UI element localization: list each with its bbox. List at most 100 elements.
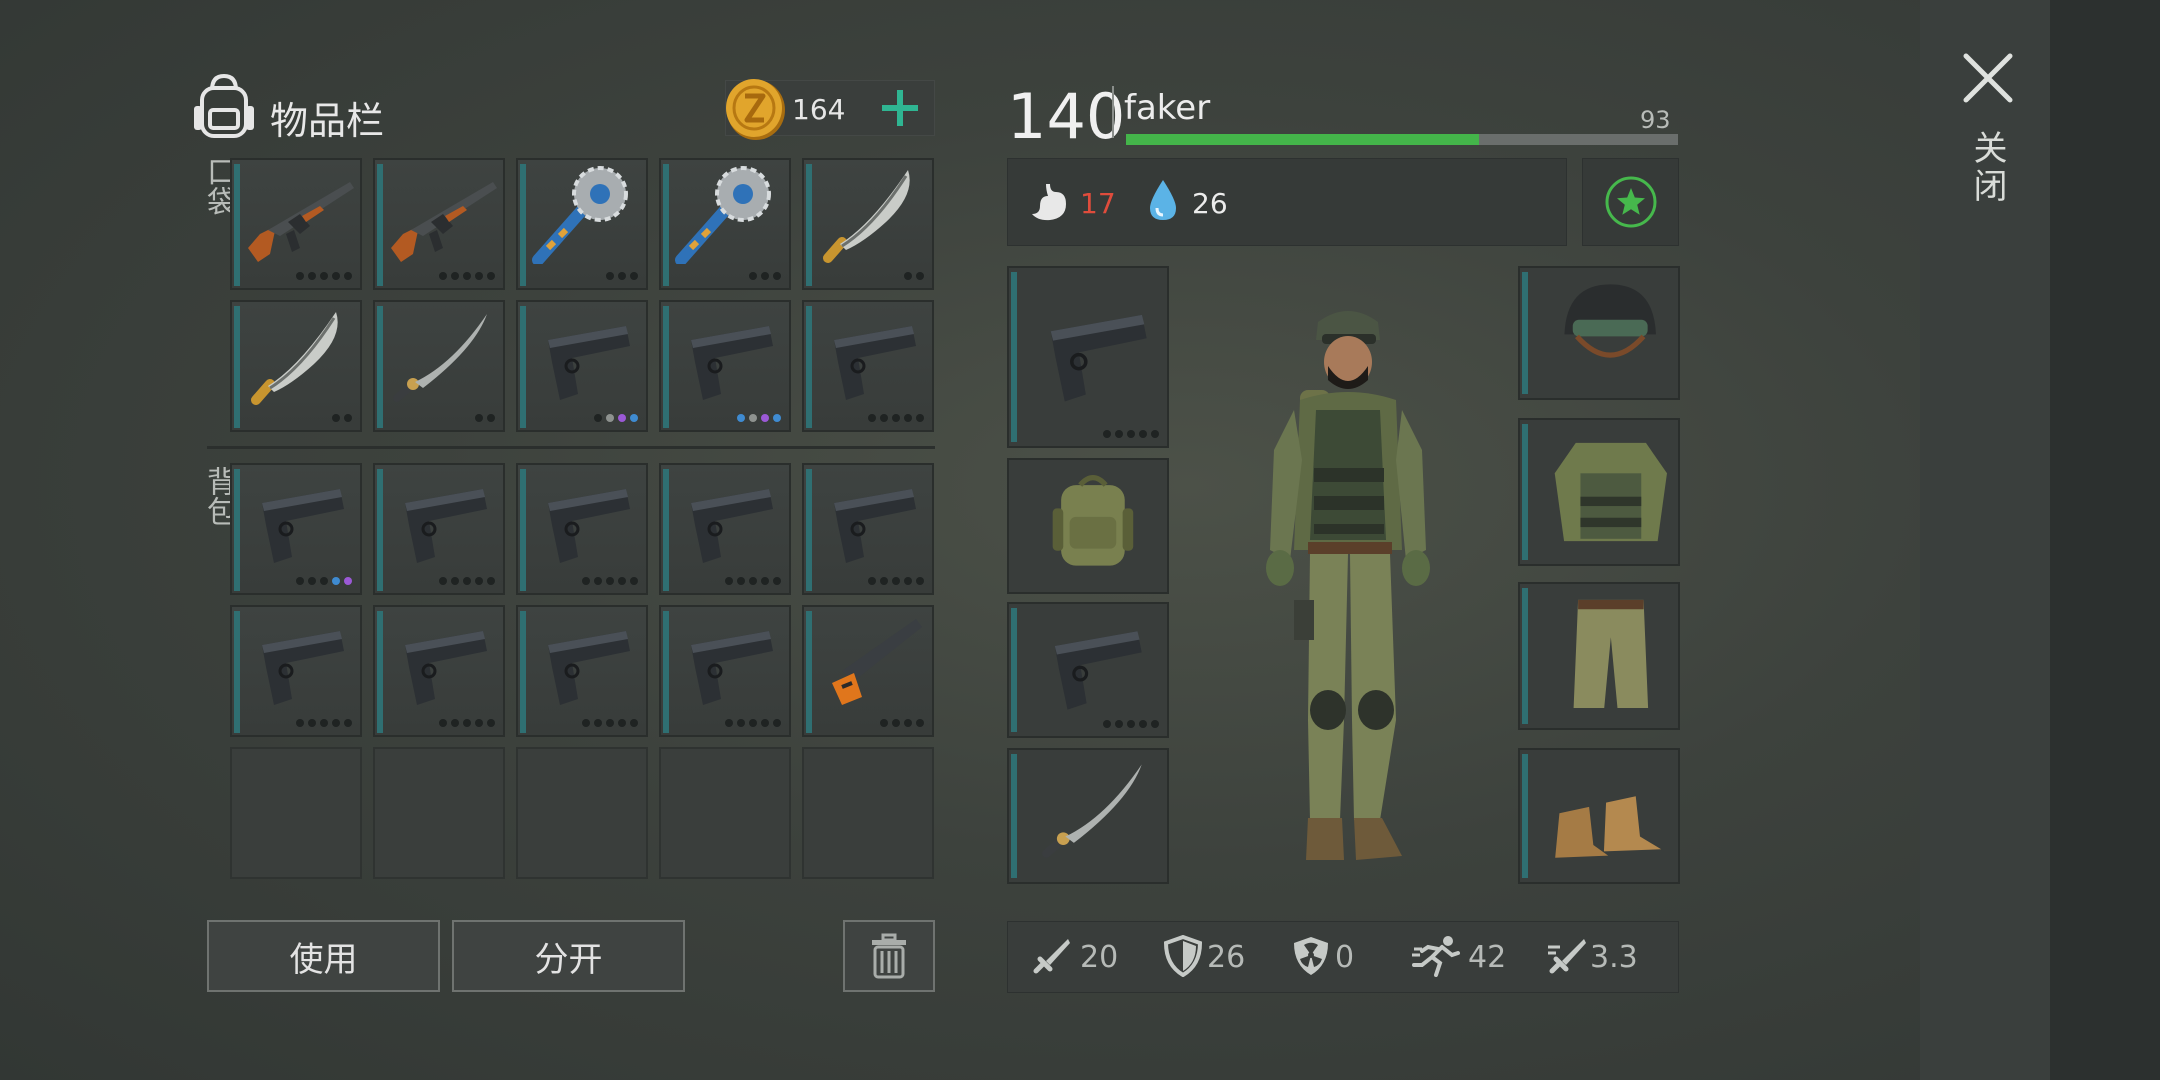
running-icon [1412, 936, 1460, 977]
quality-dot [308, 272, 316, 280]
pistol-icon [262, 631, 344, 705]
coin-icon [726, 79, 785, 140]
backpack-slot[interactable] [373, 463, 505, 595]
equip-slot-left[interactable] [1007, 266, 1169, 448]
close-icon[interactable] [1960, 50, 2016, 106]
equip-slot-right[interactable] [1518, 266, 1680, 400]
backpack-slot[interactable] [516, 463, 648, 595]
backpack-slot[interactable] [516, 747, 648, 879]
quality-dot [332, 414, 340, 422]
equip-slot-left[interactable] [1007, 602, 1169, 738]
pocket-slot[interactable] [516, 300, 648, 432]
quality-dot [463, 577, 471, 585]
quality-dot [320, 719, 328, 727]
quality-dot [594, 577, 602, 585]
backpack-slot[interactable] [230, 605, 362, 737]
quality-dot [904, 577, 912, 585]
backpack-slot[interactable] [373, 605, 505, 737]
equip-slot-left[interactable] [1007, 458, 1169, 594]
quality-dot [749, 272, 757, 280]
shield-icon [1163, 935, 1203, 977]
quality-dot [916, 719, 924, 727]
quality-dots [475, 414, 495, 422]
pocket-slot[interactable] [802, 158, 934, 290]
close-label[interactable]: 关闭 [1962, 130, 2012, 206]
quality-dot [749, 719, 757, 727]
quality-dot [582, 577, 590, 585]
coin-count: 164 [792, 93, 846, 126]
quality-dot [439, 272, 447, 280]
quality-dot [761, 414, 769, 422]
pistol-icon [262, 489, 344, 563]
backpack-slot[interactable] [373, 747, 505, 879]
quality-dot [463, 719, 471, 727]
quality-dot [451, 272, 459, 280]
quality-dot [606, 577, 614, 585]
quality-dots [1103, 720, 1159, 728]
quality-dot [618, 577, 626, 585]
pocket-slot[interactable] [373, 158, 505, 290]
quality-dot [904, 719, 912, 727]
backpack-slot[interactable] [230, 747, 362, 879]
quality-dot [320, 272, 328, 280]
quality-dot [880, 719, 888, 727]
backpack-slot[interactable] [802, 605, 934, 737]
quality-dot [892, 719, 900, 727]
quality-dot [618, 719, 626, 727]
equip-slot-right[interactable] [1518, 582, 1680, 730]
pistol-icon [405, 489, 487, 563]
slot-indicator-bar [1522, 424, 1528, 560]
quality-dot [761, 719, 769, 727]
pistol-icon [834, 326, 916, 400]
pocket-slot[interactable] [802, 300, 934, 432]
quality-dot [332, 577, 340, 585]
add-coins-icon[interactable] [878, 86, 922, 130]
quality-dot [892, 577, 900, 585]
quality-dot [630, 414, 638, 422]
quality-dots [737, 414, 781, 422]
star-badge-icon[interactable] [1604, 175, 1658, 229]
quality-dots [296, 577, 352, 585]
backpack-slot[interactable] [230, 463, 362, 595]
quality-dots [1103, 430, 1159, 438]
pocket-slot[interactable] [659, 158, 791, 290]
backpack-icon [194, 73, 254, 138]
trash-button[interactable] [843, 920, 935, 992]
quality-dot [320, 577, 328, 585]
character-model [1266, 311, 1430, 860]
quality-dot [725, 719, 733, 727]
quality-dot [296, 272, 304, 280]
pocket-slot[interactable] [659, 300, 791, 432]
quality-dot [594, 414, 602, 422]
machete-icon [823, 170, 910, 263]
quality-dot [761, 577, 769, 585]
defense-value: 26 [1207, 940, 1246, 975]
pistol-icon [691, 489, 773, 563]
backpack-slot[interactable] [659, 463, 791, 595]
quality-dot [904, 414, 912, 422]
backpack-slot[interactable] [516, 605, 648, 737]
quality-dot [487, 414, 495, 422]
use-button[interactable]: 使用 [207, 920, 440, 992]
backpack-slot[interactable] [802, 747, 934, 879]
quality-dots [439, 577, 495, 585]
equip-slot-right[interactable] [1518, 418, 1680, 566]
pocket-slot[interactable] [230, 158, 362, 290]
jacket-icon [1554, 442, 1667, 542]
backpack-slot[interactable] [802, 463, 934, 595]
equip-slot-right[interactable] [1518, 748, 1680, 884]
equip-slot-left[interactable] [1007, 748, 1169, 884]
attack-speed-icon [1548, 939, 1586, 974]
quality-dot [332, 719, 340, 727]
quality-dots [296, 719, 352, 727]
backpack-slot[interactable] [659, 605, 791, 737]
pocket-slot[interactable] [516, 158, 648, 290]
pocket-slot[interactable] [230, 300, 362, 432]
quality-dot [475, 577, 483, 585]
stomach-icon [1032, 184, 1066, 221]
backpack-slot[interactable] [659, 747, 791, 879]
pocket-slot[interactable] [373, 300, 505, 432]
quality-dot [439, 719, 447, 727]
backpack-icon [1052, 475, 1134, 566]
split-button[interactable]: 分开 [452, 920, 685, 992]
